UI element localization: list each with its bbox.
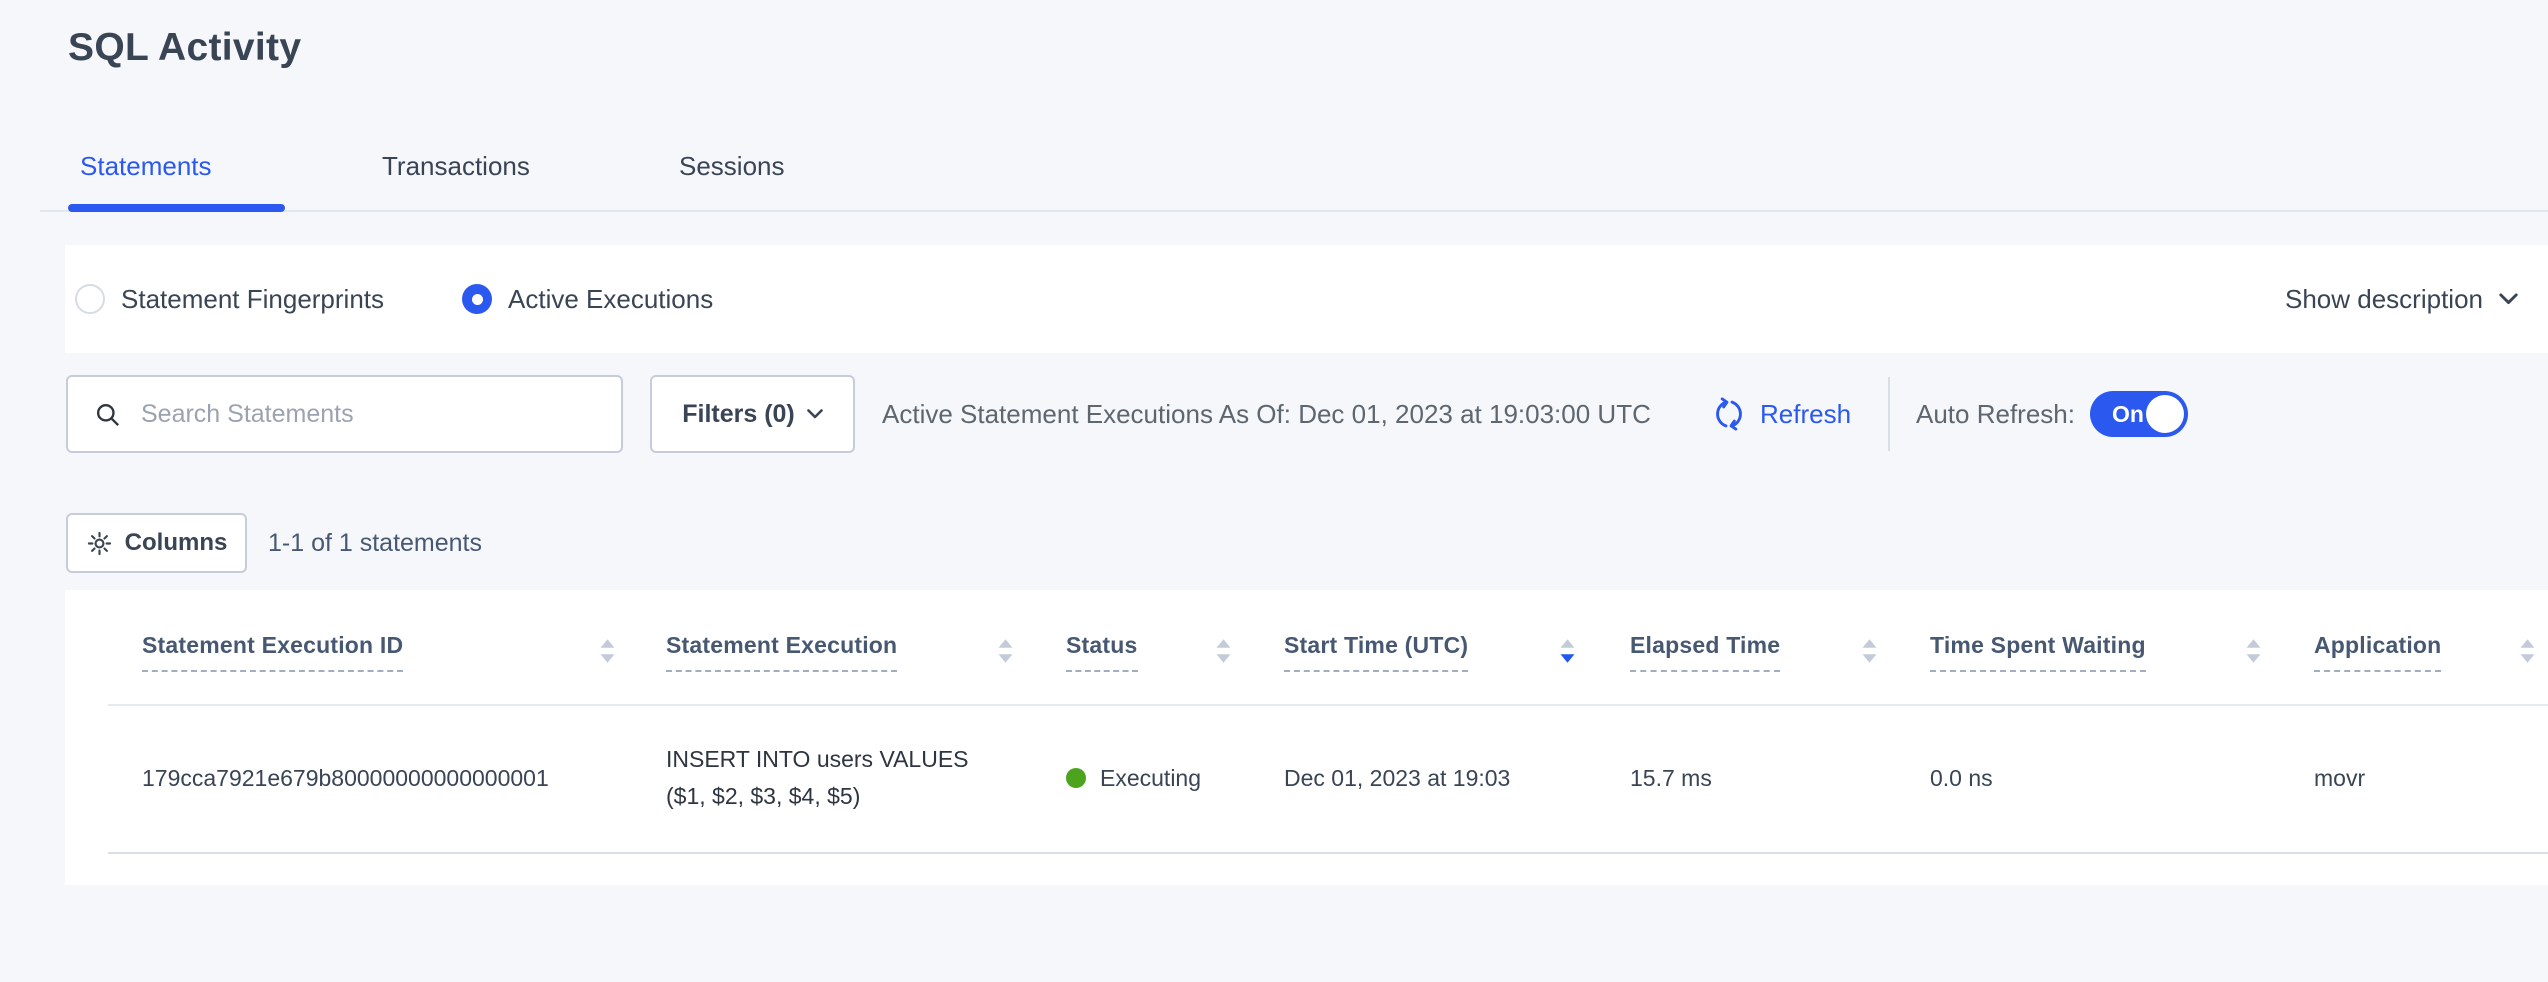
tab-sessions[interactable]: Sessions <box>679 146 785 186</box>
sort-icon-active-desc[interactable] <box>1560 638 1575 664</box>
auto-refresh-label: Auto Refresh: <box>1916 375 2075 453</box>
active-tab-indicator <box>68 204 285 212</box>
refresh-button[interactable]: Refresh <box>1712 375 1851 453</box>
radio-unchecked-icon[interactable] <box>75 284 105 314</box>
sql-activity-page: SQL Activity Statements Transactions Ses… <box>0 0 2548 982</box>
show-description-label: Show description <box>2285 284 2483 315</box>
cell-statement: INSERT INTO users VALUES ($1, $2, $3, $4… <box>666 704 1004 852</box>
search-icon <box>94 401 121 428</box>
statements-table: Statement Execution ID Statement Executi… <box>65 590 2548 885</box>
table-row: 179cca7921e679b80000000000000001 INSERT … <box>65 704 2548 852</box>
row-divider <box>108 852 2548 854</box>
column-header-status[interactable]: Status <box>1066 632 1138 672</box>
as-of-text: Active Statement Executions As Of: Dec 0… <box>882 375 1651 453</box>
radio-statement-fingerprints[interactable]: Statement Fingerprints <box>75 245 384 353</box>
tab-statements[interactable]: Statements <box>80 146 212 186</box>
search-input[interactable] <box>141 400 601 429</box>
search-box[interactable] <box>66 375 623 453</box>
radio-label: Active Executions <box>508 284 713 315</box>
sort-icon[interactable] <box>2246 638 2261 664</box>
columns-button[interactable]: Columns <box>66 513 247 573</box>
vertical-divider <box>1888 377 1890 451</box>
show-description-button[interactable]: Show description <box>2285 245 2518 353</box>
sort-icon[interactable] <box>1216 638 1231 664</box>
chevron-down-icon <box>807 409 823 419</box>
refresh-label: Refresh <box>1760 399 1851 430</box>
column-header-statement-execution[interactable]: Statement Execution <box>666 632 897 672</box>
status-label: Executing <box>1100 765 1201 792</box>
sort-icon[interactable] <box>2520 638 2535 664</box>
gear-icon <box>86 530 113 557</box>
cell-time-spent-waiting: 0.0 ns <box>1930 704 1993 852</box>
results-count: 1-1 of 1 statements <box>268 513 482 573</box>
filters-label: Filters (0) <box>682 400 795 429</box>
radio-label: Statement Fingerprints <box>121 284 384 315</box>
radio-checked-icon[interactable] <box>462 284 492 314</box>
cell-status: Executing <box>1066 704 1201 852</box>
tab-transactions[interactable]: Transactions <box>382 146 530 186</box>
cell-application: movr <box>2314 704 2365 852</box>
status-dot-icon <box>1066 768 1086 788</box>
column-header-elapsed-time[interactable]: Elapsed Time <box>1630 632 1780 672</box>
column-header-application[interactable]: Application <box>2314 632 2441 672</box>
table-toolbar: Columns 1-1 of 1 statements <box>0 513 2548 573</box>
columns-label: Columns <box>125 529 228 557</box>
column-header-time-spent-waiting[interactable]: Time Spent Waiting <box>1930 632 2146 672</box>
cell-start-time: Dec 01, 2023 at 19:03 <box>1284 704 1510 852</box>
auto-refresh-toggle[interactable]: On <box>2090 391 2188 437</box>
sort-icon[interactable] <box>998 638 1013 664</box>
view-mode-card: Statement Fingerprints Active Executions… <box>65 245 2548 353</box>
toggle-knob[interactable] <box>2146 395 2184 433</box>
sort-icon[interactable] <box>600 638 615 664</box>
filters-button[interactable]: Filters (0) <box>650 375 855 453</box>
column-header-statement-execution-id[interactable]: Statement Execution ID <box>142 632 403 672</box>
refresh-icon <box>1712 397 1746 431</box>
tabs-baseline <box>40 210 2548 212</box>
cell-elapsed-time: 15.7 ms <box>1630 704 1712 852</box>
controls-row: Filters (0) Active Statement Executions … <box>0 375 2548 453</box>
page-title: SQL Activity <box>68 26 301 70</box>
column-header-start-time[interactable]: Start Time (UTC) <box>1284 632 1468 672</box>
chevron-down-icon <box>2499 293 2518 305</box>
sort-icon[interactable] <box>1862 638 1877 664</box>
toggle-state-label: On <box>2112 391 2144 437</box>
cell-execution-id: 179cca7921e679b80000000000000001 <box>142 704 549 852</box>
radio-active-executions[interactable]: Active Executions <box>462 245 713 353</box>
